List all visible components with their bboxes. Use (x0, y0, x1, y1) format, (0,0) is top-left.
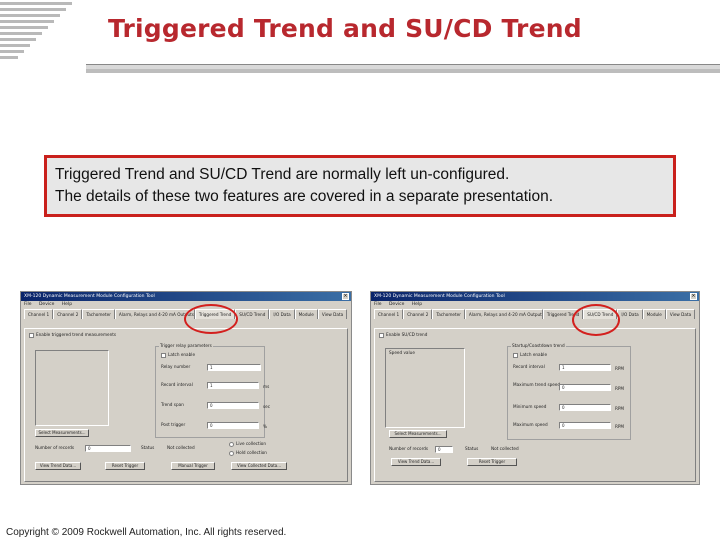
trend-span-unit: sec (263, 404, 271, 409)
relay-number-label: Relay number (161, 364, 191, 369)
reset-trigger-button[interactable]: Reset Trigger (467, 458, 517, 466)
group-label: Startup/Coastdown trend (511, 343, 566, 349)
status-value: Not collected (491, 446, 519, 451)
tab-module[interactable]: Module (294, 309, 318, 319)
tab-channel-1[interactable]: Channel 1 (374, 309, 404, 319)
menu-file[interactable]: File (24, 302, 32, 307)
tab-module[interactable]: Module (642, 309, 666, 319)
manual-trigger-button[interactable]: Manual Trigger (171, 462, 215, 470)
post-trigger-label: Post trigger (161, 422, 186, 427)
window-titlebar: XM-120 Dynamic Measurement Module Config… (371, 292, 699, 301)
enable-sucd-trend-checkbox[interactable]: Enable SU/CD trend (379, 332, 427, 338)
window-title: XM-120 Dynamic Measurement Module Config… (24, 294, 155, 299)
min-speed-unit: RPM (615, 406, 625, 411)
view-trend-data-button[interactable]: View Trend Data... (391, 458, 441, 466)
note-line-1: Triggered Trend and SU/CD Trend are norm… (55, 166, 510, 183)
tab-io-data[interactable]: I/O Data (617, 309, 643, 319)
view-trend-data-button[interactable]: View Trend Data... (35, 462, 81, 470)
slide-title: Triggered Trend and SU/CD Trend (108, 14, 582, 43)
latch-enable-checkbox[interactable]: Latch enable (161, 352, 195, 358)
tab-alarm-relays[interactable]: Alarm, Relays and 4-20 mA Outputs (114, 309, 195, 319)
highlight-circle-sucd-trend (572, 304, 620, 336)
post-trigger-field[interactable]: 0 (207, 422, 259, 429)
window-title: XM-120 Dynamic Measurement Module Config… (374, 294, 505, 299)
checkbox-label: Enable triggered trend measurements (36, 332, 117, 337)
enable-triggered-trend-checkbox[interactable]: Enable triggered trend measurements (29, 332, 116, 338)
record-interval-field[interactable]: 1 (559, 364, 611, 371)
tab-strip: Channel 1 Channel 2 Tachometer Alarm, Re… (374, 309, 699, 319)
select-measurements-button[interactable]: Select Measurements... (35, 429, 89, 437)
min-speed-label: Minimum speed (513, 404, 547, 409)
view-collected-data-button[interactable]: View Collected Data... (231, 462, 287, 470)
measurements-list[interactable] (385, 348, 465, 428)
select-measurements-button[interactable]: Select Measurements... (389, 430, 447, 438)
min-speed-field[interactable]: 0 (559, 404, 611, 411)
tab-tachometer[interactable]: Tachometer (432, 309, 465, 319)
status-value: Not collected (167, 445, 195, 450)
status-label: Status (141, 445, 155, 450)
record-interval-unit: ms (263, 384, 270, 389)
menu-file[interactable]: File (374, 302, 382, 307)
checkbox-label: Enable SU/CD trend (386, 332, 428, 337)
menu-device[interactable]: Device (389, 302, 404, 307)
checkbox-box[interactable] (379, 332, 384, 338)
max-trend-speed-label: Maximum trend speed (513, 382, 561, 387)
max-trend-speed-unit: RPM (615, 386, 625, 391)
tab-alarm-relays[interactable]: Alarm, Relays and 4-20 mA Outputs (464, 309, 543, 319)
tab-tachometer[interactable]: Tachometer (82, 309, 115, 319)
record-interval-label: Record interval (161, 382, 193, 387)
hold-collection-radio[interactable]: Hold collection (229, 450, 267, 456)
menu-device[interactable]: Device (39, 302, 54, 307)
tab-channel-2[interactable]: Channel 2 (53, 309, 83, 319)
status-label: Status (465, 446, 479, 451)
record-interval-unit: RPM (615, 366, 625, 371)
menu-bar: File Device Help (371, 301, 699, 308)
note-line-2: The details of these two features are co… (55, 188, 554, 205)
num-records-field: 0 (85, 445, 131, 452)
logo-stripes (0, 0, 80, 62)
close-icon[interactable]: × (342, 293, 349, 300)
trend-span-field[interactable]: 0 (207, 402, 259, 409)
menu-help[interactable]: Help (412, 302, 422, 307)
reset-trigger-button[interactable]: Reset Trigger (105, 462, 145, 470)
window-titlebar: XM-120 Dynamic Measurement Module Config… (21, 292, 351, 301)
num-records-label: Number of records (35, 445, 75, 450)
num-records-field: 0 (435, 446, 453, 453)
close-icon[interactable]: × (690, 293, 697, 300)
group-label: Trigger relay parameters (159, 343, 213, 349)
latch-enable-checkbox[interactable]: Latch enable (513, 352, 547, 358)
checkbox-box[interactable] (29, 332, 34, 338)
max-speed-unit: RPM (615, 424, 625, 429)
max-speed-label: Maximum speed (513, 422, 548, 427)
config-tool-window-sucd-trend: XM-120 Dynamic Measurement Module Config… (370, 291, 700, 485)
tab-sucd-trend[interactable]: SU/CD Trend (235, 309, 270, 319)
tab-view-data[interactable]: View Data (317, 309, 348, 319)
max-speed-field[interactable]: 0 (559, 422, 611, 429)
num-records-label: Number of records (389, 446, 429, 451)
trend-span-label: Trend span (161, 402, 184, 407)
record-interval-field[interactable]: 1 (207, 382, 259, 389)
highlight-circle-triggered-trend (184, 304, 238, 334)
measurements-list[interactable] (35, 350, 109, 426)
live-collection-radio[interactable]: Live collection (229, 441, 266, 447)
record-interval-label: Record interval (513, 364, 545, 369)
tab-channel-2[interactable]: Channel 2 (403, 309, 433, 319)
max-trend-speed-field[interactable]: 0 (559, 384, 611, 391)
speed-value-label: Speed value (389, 350, 415, 355)
menu-help[interactable]: Help (62, 302, 72, 307)
tab-io-data[interactable]: I/O Data (269, 309, 295, 319)
menu-bar: File Device Help (21, 301, 351, 308)
tab-channel-1[interactable]: Channel 1 (24, 309, 54, 319)
tab-view-data[interactable]: View Data (665, 309, 696, 319)
title-rule (86, 64, 720, 73)
note-box: Triggered Trend and SU/CD Trend are norm… (44, 155, 676, 217)
post-trigger-unit: % (263, 424, 267, 429)
copyright-footer: Copyright © 2009 Rockwell Automation, In… (6, 527, 287, 538)
relay-number-select[interactable]: 1 (207, 364, 261, 371)
